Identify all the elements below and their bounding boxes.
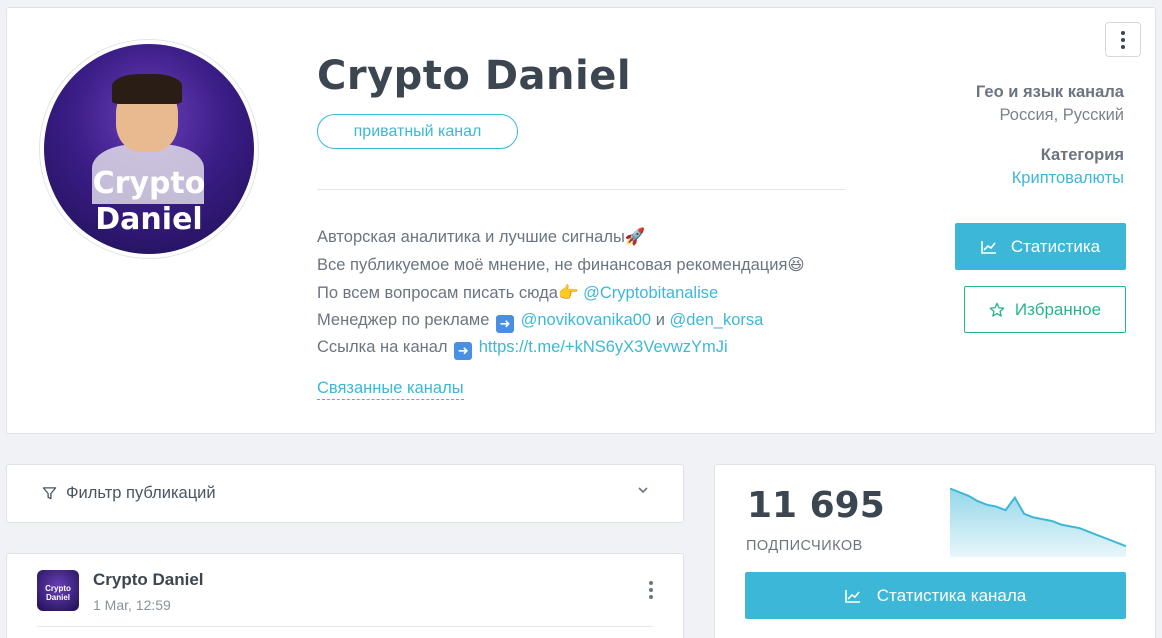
desc-line-4: Менеджер по рекламе ➜ @novikovanika00 и … — [317, 311, 764, 333]
post-options-button[interactable] — [649, 581, 653, 599]
statistics-button[interactable]: Статистика — [955, 223, 1126, 270]
post-author-name[interactable]: Crypto Daniel — [93, 570, 204, 590]
favorite-button[interactable]: Избранное — [964, 286, 1126, 333]
post-filter-card[interactable]: Фильтр публикаций — [6, 464, 684, 523]
channel-avatar: Crypto Daniel — [39, 39, 259, 259]
category-label: Категория — [1040, 146, 1124, 164]
ad-manager-link-2[interactable]: @den_korsa — [670, 311, 764, 329]
more-options-button[interactable] — [1105, 22, 1141, 57]
chevron-down-icon[interactable] — [636, 483, 650, 497]
post-card: Crypto Daniel Crypto Daniel 1 Mar, 12:59 — [6, 553, 684, 638]
category-link[interactable]: Криптовалюты — [1012, 169, 1124, 188]
filter-label: Фильтр публикаций — [66, 484, 216, 502]
subscribers-card: 11 695 ПОДПИСЧИКОВ Статистика канала — [714, 464, 1156, 638]
channel-statistics-button[interactable]: Статистика канала — [745, 572, 1126, 619]
geo-value: Россия, Русский — [999, 106, 1125, 124]
related-channels-link[interactable]: Связанные каналы — [317, 379, 464, 400]
avatar-text-daniel: Daniel — [95, 202, 203, 237]
category-block: Категория Криптовалюты — [1012, 146, 1124, 188]
arrow-right-icon: ➜ — [454, 342, 473, 360]
post-date: 1 Mar, 12:59 — [93, 597, 171, 613]
private-channel-badge[interactable]: приватный канал — [317, 114, 518, 149]
chart-line-icon — [981, 240, 996, 254]
pointing-hand-icon: 👉 — [557, 283, 579, 302]
channel-description: Авторская аналитика и лучшие сигналы🚀 Вс… — [317, 223, 805, 361]
star-icon — [989, 302, 1005, 317]
arrow-right-icon: ➜ — [496, 315, 515, 333]
divider — [37, 626, 653, 627]
desc-line-2: Все публикуемое моё мнение, не финансова… — [317, 251, 805, 279]
post-author-avatar: Crypto Daniel — [37, 570, 79, 611]
rocket-icon: 🚀 — [624, 227, 646, 246]
subscriber-label: ПОДПИСЧИКОВ — [746, 538, 863, 554]
contact-link[interactable]: @Cryptobitanalise — [583, 284, 718, 302]
laughing-face-icon: 😆 — [787, 255, 805, 274]
geo-label: Гео и язык канала — [975, 83, 1124, 101]
avatar-text-crypto: Crypto — [92, 166, 206, 201]
ad-manager-link-1[interactable]: @novikovanika00 — [521, 311, 652, 329]
desc-line-1: Авторская аналитика и лучшие сигналы🚀 — [317, 223, 805, 251]
subscriber-sparkline — [950, 487, 1126, 557]
chart-line-icon — [844, 589, 860, 603]
kebab-dot-icon — [1121, 30, 1125, 35]
desc-line-3: По всем вопросам писать сюда👉 @Cryptobit… — [317, 279, 805, 307]
channel-title: Crypto Daniel — [317, 53, 632, 99]
divider — [317, 189, 845, 190]
sparkline-area — [950, 488, 1126, 557]
filter-icon — [42, 487, 57, 500]
channel-invite-link[interactable]: https://t.me/+kNS6yX3VevwzYmJi — [479, 338, 728, 356]
channel-header-card: Crypto Daniel Crypto Daniel приватный ка… — [6, 7, 1156, 434]
geo-language-block: Гео и язык канала Россия, Русский — [976, 83, 1124, 125]
desc-line-5: Ссылка на канал ➜ https://t.me/+kNS6yX3V… — [317, 338, 728, 360]
subscriber-count: 11 695 — [747, 485, 885, 526]
